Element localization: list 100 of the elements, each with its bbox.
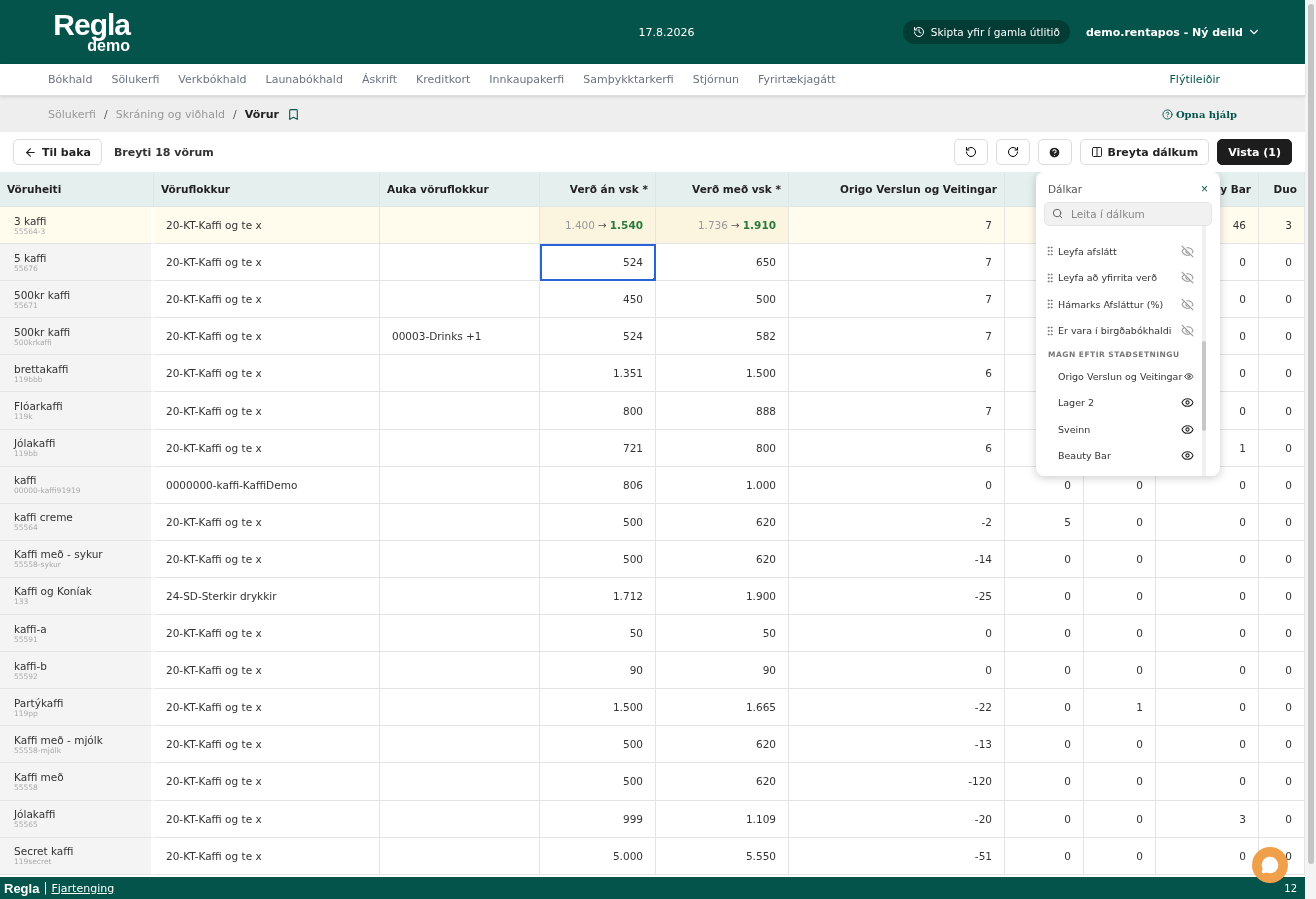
history-icon [912, 26, 925, 38]
column-header[interactable]: Duo [1259, 172, 1305, 207]
price-cell[interactable]: 620 [656, 540, 789, 578]
price-cell[interactable]: 800 [656, 429, 789, 467]
nav-item[interactable]: Sölukerfi [111, 73, 160, 86]
column-header[interactable]: Vöruflokkur [154, 172, 380, 207]
back-button[interactable]: Til baka [13, 139, 102, 165]
table-cell: -2 [789, 503, 1005, 541]
table-cell: 20-KT-Kaffi og te x [154, 800, 380, 838]
price-cell[interactable]: 999 [540, 800, 656, 838]
price-cell[interactable]: 800 [540, 392, 656, 430]
table-cell: 24-SD-Sterkir drykkir [154, 577, 380, 616]
price-cell[interactable]: 888 [656, 392, 789, 430]
price-cell[interactable]: 5.000 [540, 837, 656, 875]
close-button[interactable]: × [1201, 182, 1208, 196]
eye-off-icon[interactable] [1181, 244, 1194, 258]
nav-item[interactable]: Innkaupakerfi [489, 73, 565, 86]
table-cell: 0 [789, 652, 1005, 690]
eye-icon[interactable] [1181, 422, 1194, 436]
table-cell: 0 [1084, 540, 1156, 578]
price-cell[interactable]: 1.500 [540, 689, 656, 727]
price-cell[interactable]: 90 [540, 652, 656, 690]
table-cell: 0 [1084, 577, 1156, 616]
footer-logo: Regla [4, 880, 40, 896]
price-cell[interactable]: 1.712 [540, 577, 656, 616]
price-cell[interactable]: 50 [540, 615, 656, 653]
drag-handle-icon[interactable] [1044, 245, 1056, 258]
column-header[interactable]: Auka vöruflokkur [380, 172, 540, 207]
redo-button[interactable] [995, 139, 1030, 165]
price-cell[interactable]: 582 [656, 318, 789, 356]
price-cell[interactable]: 524 [540, 244, 656, 282]
price-cell[interactable]: 1.900 [656, 577, 789, 616]
price-cell[interactable]: 5.550 [656, 837, 789, 875]
scrollbar[interactable] [1305, 0, 1316, 899]
table-cell: 7 [789, 392, 1005, 430]
nav-item[interactable]: Kreditkort [416, 73, 471, 86]
help-button[interactable] [1037, 139, 1072, 165]
table-cell: 0 [1084, 837, 1156, 875]
breadcrumb-separator: / [103, 107, 108, 121]
price-cell[interactable]: 620 [656, 726, 789, 764]
price-cell[interactable]: 450 [540, 281, 656, 319]
bookmark-icon[interactable] [286, 107, 300, 121]
table-cell: 20-KT-Kaffi og te x [154, 837, 380, 875]
price-cell[interactable]: 620 [656, 763, 789, 801]
eye-icon[interactable] [1181, 396, 1194, 410]
account-menu[interactable]: demo.rentapos - Ný deild [1079, 24, 1267, 40]
help-link[interactable]: Opna hjálp [1161, 108, 1237, 120]
save-button[interactable]: Vista (1) [1217, 139, 1292, 165]
remote-link[interactable]: Fjartenging [51, 881, 115, 895]
price-cell[interactable]: 1.500 [656, 355, 789, 393]
search-field[interactable]: Leita í dálkum [1044, 202, 1212, 226]
price-cell[interactable]: 500 [540, 763, 656, 801]
column-header[interactable]: Verð án vsk * [540, 172, 656, 207]
column-header[interactable]: Verð með vsk * [656, 172, 789, 207]
nav-item[interactable]: Verkbókhald [178, 73, 247, 86]
price-cell[interactable]: 500 [540, 540, 656, 578]
table-cell: 7 [789, 318, 1005, 356]
eye-off-icon[interactable] [1181, 271, 1194, 285]
price-cell[interactable]: 1.400 → 1.540 [540, 207, 656, 245]
price-cell[interactable]: 1.109 [656, 800, 789, 838]
eye-off-icon[interactable] [1181, 324, 1194, 338]
nav-item[interactable]: Launabókhald [265, 73, 343, 86]
price-cell[interactable]: 1.000 [656, 466, 789, 504]
price-cell[interactable]: 620 [656, 503, 789, 541]
price-cell[interactable]: 524 [540, 318, 656, 356]
nav-item[interactable]: Samþykktarkerfi [583, 73, 674, 86]
drag-handle-icon[interactable] [1044, 298, 1056, 311]
nav-item[interactable]: Fyrirtækjagátt [758, 73, 836, 86]
column-header[interactable]: Origo Verslun og Veitingar [789, 172, 1005, 207]
price-cell[interactable]: 806 [540, 466, 656, 504]
price-cell[interactable]: 1.665 [656, 689, 789, 727]
scrollbar-thumb[interactable] [1307, 4, 1314, 864]
price-cell[interactable]: 500 [656, 281, 789, 319]
switch-layout-button[interactable]: Skipta yfir í gamla útlitið [902, 20, 1070, 44]
shortcuts-link[interactable]: Flýtileiðir [1169, 73, 1220, 86]
scrollbar-thumb[interactable] [1202, 341, 1206, 431]
price-cell[interactable]: 721 [540, 429, 656, 467]
eye-icon[interactable] [1181, 449, 1194, 463]
drag-handle-icon[interactable] [1044, 271, 1056, 284]
nav-item[interactable]: Bókhald [48, 73, 93, 86]
eye-off-icon[interactable] [1181, 297, 1194, 311]
price-cell[interactable]: 90 [656, 652, 789, 690]
price-cell[interactable]: 50 [656, 615, 789, 653]
price-cell[interactable]: 650 [656, 244, 789, 282]
regla-logo[interactable]: Regla demo [38, 10, 130, 54]
table-cell: -22 [789, 689, 1005, 727]
column-header[interactable]: Vöruheiti [0, 172, 154, 207]
price-cell[interactable]: 500 [540, 503, 656, 541]
edit-columns-button[interactable]: Breyta dálkum [1079, 139, 1210, 165]
breadcrumb[interactable]: Vörur [244, 107, 279, 121]
nav-item[interactable]: Stjórnun [692, 73, 740, 86]
table-cell: 20-KT-Kaffi og te x [154, 355, 380, 393]
price-cell[interactable]: 1.351 [540, 355, 656, 393]
price-cell[interactable]: 1.736 → 1.910 [656, 207, 789, 245]
table-cell: 20-KT-Kaffi og te x [154, 689, 380, 727]
redo-icon [1006, 146, 1019, 158]
price-cell[interactable]: 500 [540, 726, 656, 764]
nav-item[interactable]: Áskrift [361, 73, 398, 86]
undo-button[interactable] [953, 139, 988, 165]
drag-handle-icon[interactable] [1044, 324, 1056, 337]
